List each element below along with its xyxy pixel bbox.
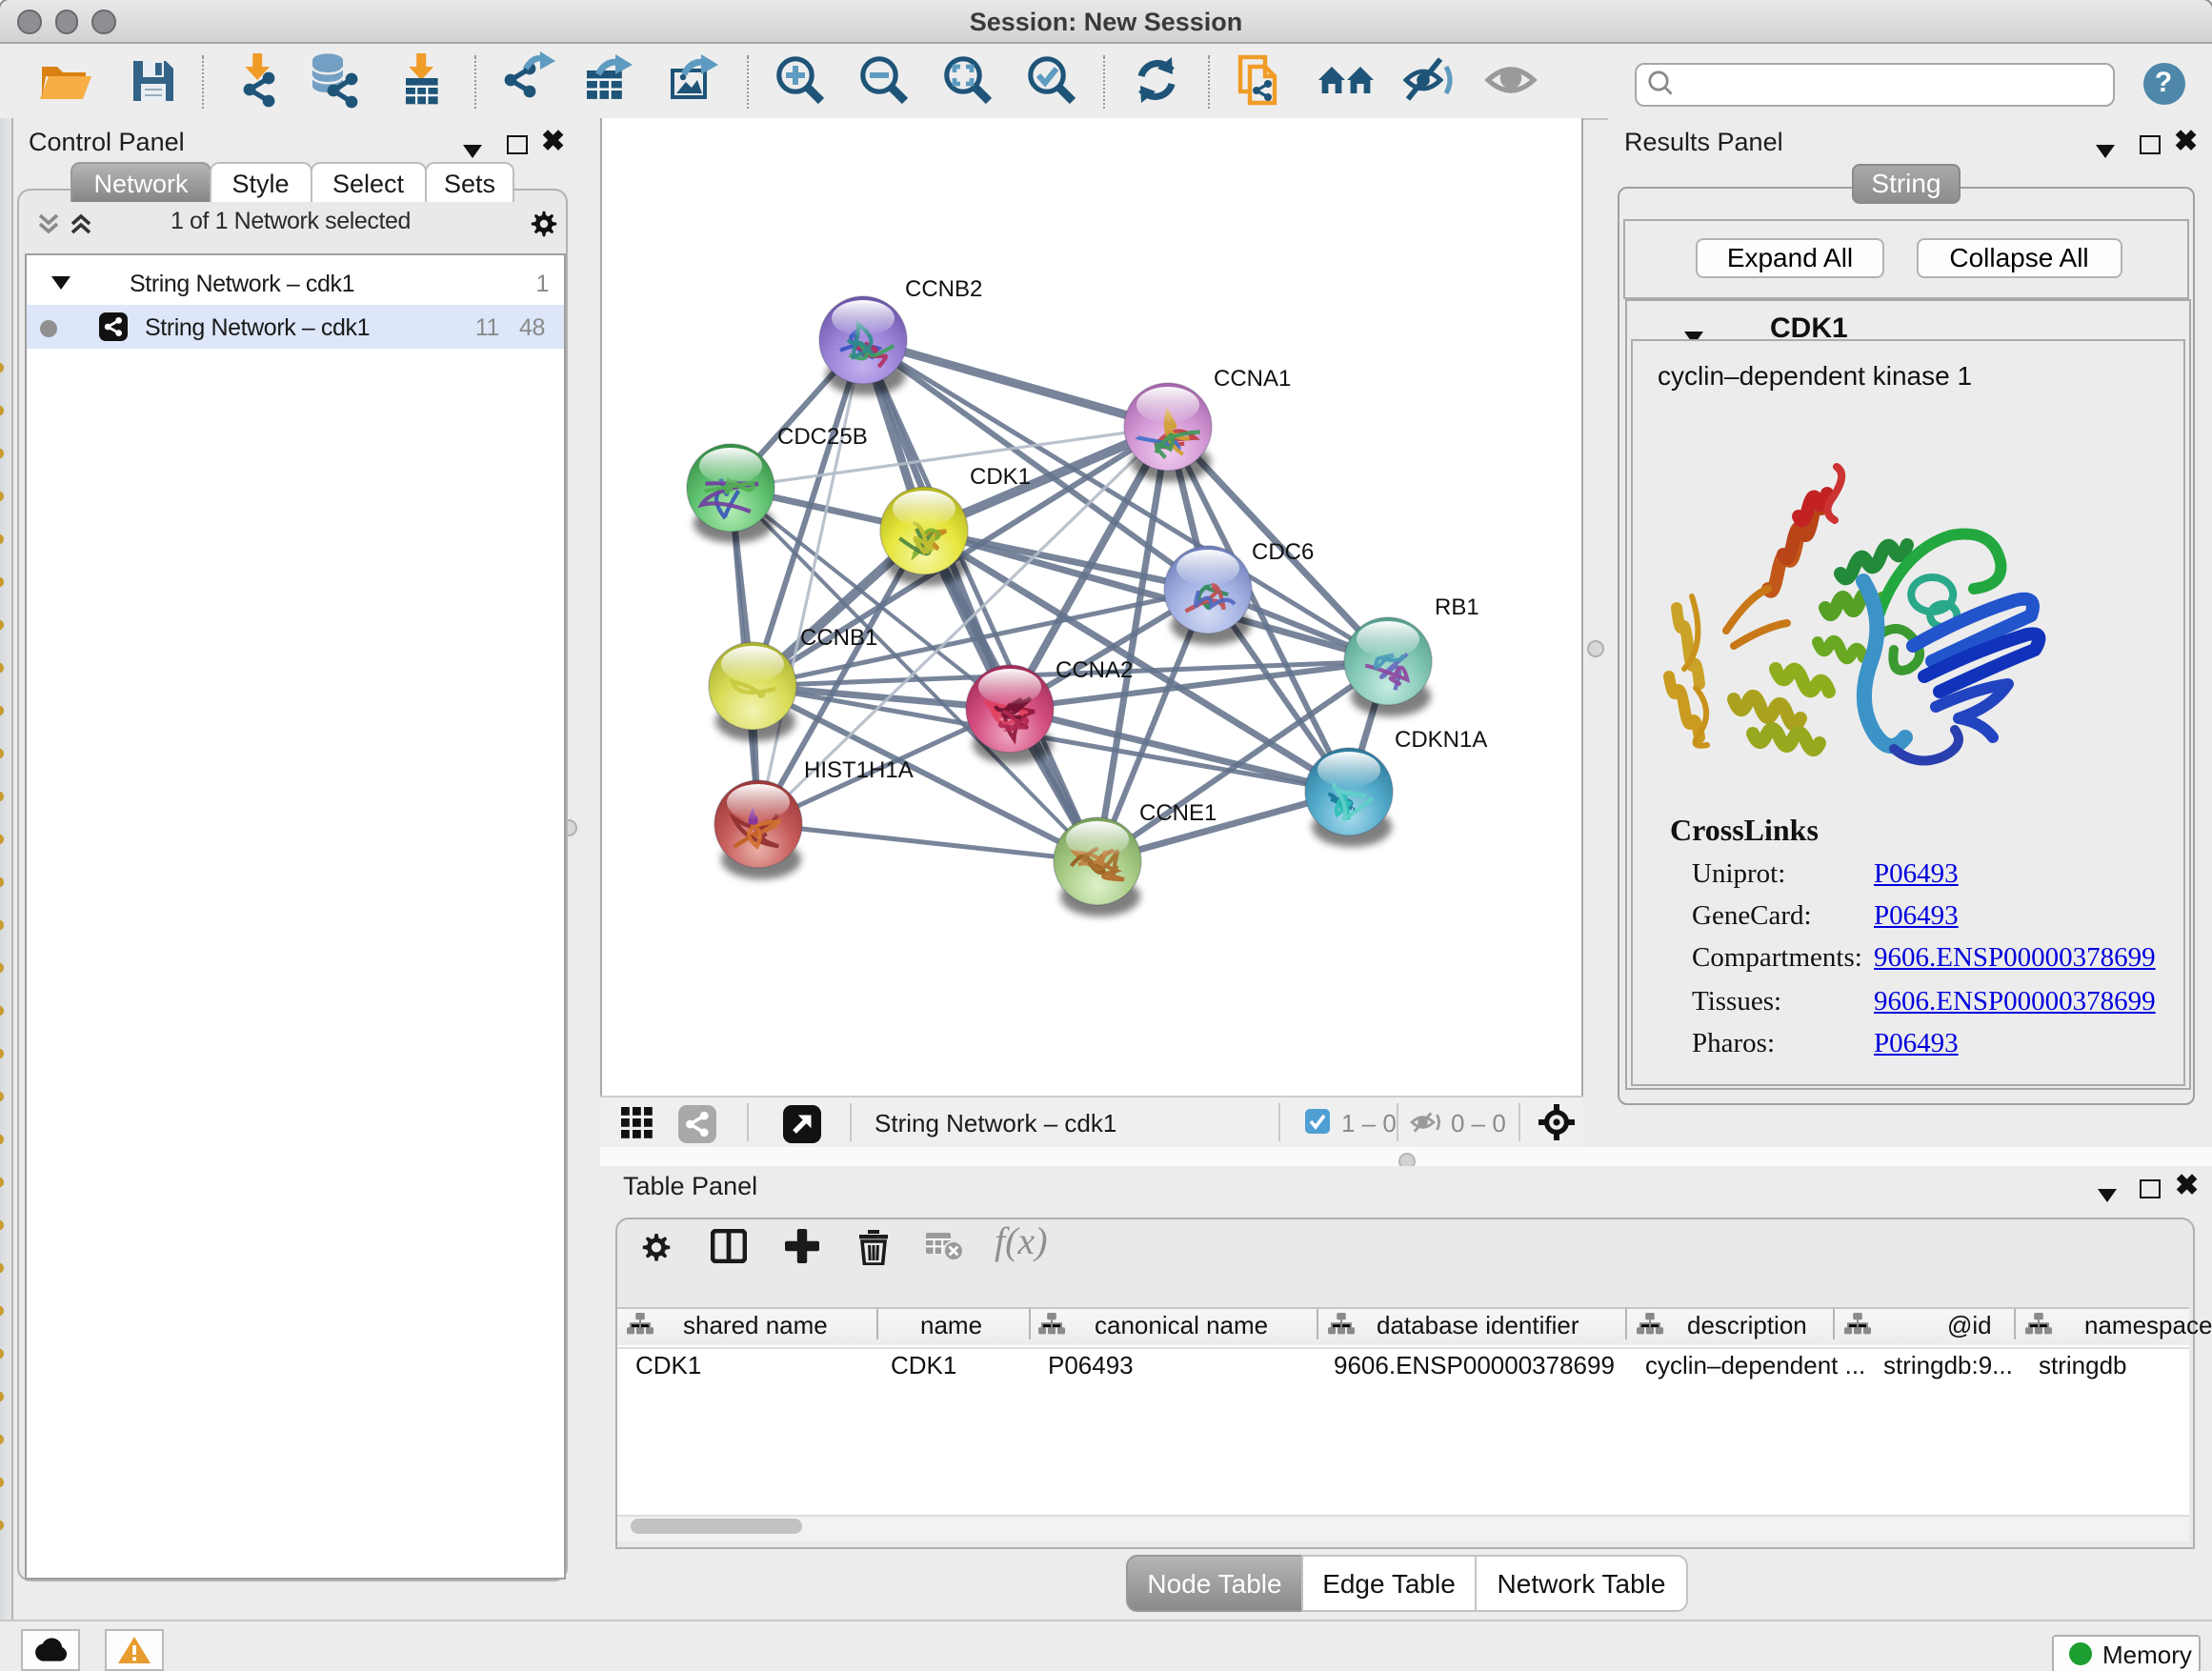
svg-text:CDC6: CDC6 [1252, 539, 1314, 565]
svg-text:CDC25B: CDC25B [777, 424, 868, 450]
svg-text:CDKN1A: CDKN1A [1395, 727, 1487, 753]
svg-text:CCNA1: CCNA1 [1214, 366, 1291, 392]
svg-text:CCNA2: CCNA2 [1056, 657, 1133, 683]
svg-text:HIST1H1A: HIST1H1A [804, 757, 914, 783]
svg-text:RB1: RB1 [1435, 594, 1479, 620]
svg-text:CCNB1: CCNB1 [800, 625, 877, 651]
svg-text:CCNB2: CCNB2 [905, 276, 982, 302]
svg-text:CDK1: CDK1 [970, 464, 1031, 490]
svg-text:CCNE1: CCNE1 [1139, 800, 1217, 826]
